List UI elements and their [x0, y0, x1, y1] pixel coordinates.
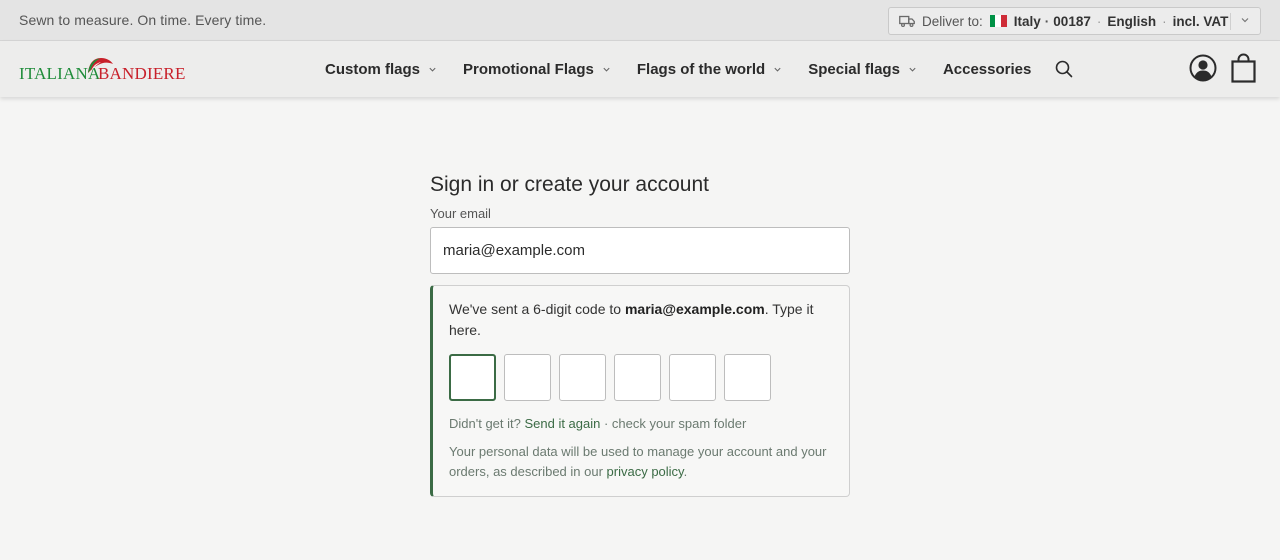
chevron-down-icon [774, 67, 781, 72]
chevron-down-icon [1241, 18, 1249, 23]
separator-dot: · [1044, 13, 1050, 29]
code-message-text: We've sent a 6-digit code to [449, 301, 625, 317]
code-inputs [449, 354, 833, 401]
locale-selector[interactable]: Deliver to: Italy · 00187 · English · in… [888, 7, 1261, 35]
code-digit-6[interactable] [724, 354, 771, 401]
truck-icon [899, 15, 915, 27]
top-bar: Sewn to measure. On time. Every time. De… [0, 0, 1280, 41]
language: English [1107, 13, 1157, 29]
divider [1230, 13, 1231, 30]
separator-dot: · [1096, 13, 1102, 29]
shopping-bag-icon[interactable] [1231, 53, 1256, 83]
nav-special-flags[interactable]: Special flags [808, 61, 917, 78]
tagline: Sewn to measure. On time. Every time. [19, 12, 267, 28]
postcode: 00187 [1053, 13, 1091, 29]
country: Italy [1013, 13, 1041, 29]
separator-dot: · [1162, 13, 1167, 29]
resend-text: · check your spam folder [600, 416, 747, 431]
code-digit-3[interactable] [559, 354, 606, 401]
resend-text: Didn't get it? [449, 416, 525, 431]
main-nav: Custom flags Promotional Flags Flags of … [325, 41, 1073, 97]
nav-label: Flags of the world [636, 60, 766, 78]
nav-promotional-flags[interactable]: Promotional Flags [463, 61, 611, 78]
nav-flags-of-the-world[interactable]: Flags of the world [637, 61, 782, 78]
resend-hint: Didn't get it? Send it again · check you… [449, 416, 833, 431]
nav-label: Promotional Flags [463, 60, 594, 78]
nav-label: Custom flags [325, 60, 421, 78]
chevron-down-icon [909, 67, 916, 72]
italy-flag-icon [989, 15, 1007, 27]
code-message-email: maria@example.com [624, 301, 765, 317]
code-digit-4[interactable] [614, 354, 661, 401]
code-sent-message: We've sent a 6-digit code to maria@examp… [449, 299, 834, 341]
code-digit-1[interactable] [449, 354, 496, 401]
signin-form: Sign in or create your account Your emai… [430, 170, 850, 497]
privacy-text: . [683, 464, 688, 479]
account-icon[interactable] [1189, 54, 1217, 82]
page-title: Sign in or create your account [430, 173, 709, 196]
tax-mode: incl. VAT [1172, 13, 1229, 29]
privacy-notice: Your personal data will be used to manag… [449, 442, 839, 482]
nav-label: Accessories [942, 60, 1032, 78]
flag-wave-icon [88, 58, 113, 73]
site-header: ITALIANA BANDIERE Custom flags Promotion… [0, 41, 1280, 97]
resend-code-link[interactable]: Send it again [524, 416, 600, 431]
code-digit-2[interactable] [504, 354, 551, 401]
email-label: Your email [430, 206, 491, 221]
privacy-policy-link[interactable]: privacy policy [607, 464, 684, 479]
code-digit-5[interactable] [669, 354, 716, 401]
nav-label: Special flags [808, 60, 900, 78]
chevron-down-icon [603, 67, 610, 72]
nav-custom-flags[interactable]: Custom flags [325, 61, 437, 78]
verification-code-panel: We've sent a 6-digit code to maria@examp… [430, 285, 850, 497]
deliver-label: Deliver to: [922, 13, 983, 29]
search-icon[interactable] [1055, 60, 1073, 78]
email-field[interactable] [430, 227, 850, 274]
nav-accessories[interactable]: Accessories [943, 61, 1031, 78]
logo[interactable]: ITALIANA BANDIERE [18, 55, 185, 85]
chevron-down-icon [429, 67, 436, 72]
